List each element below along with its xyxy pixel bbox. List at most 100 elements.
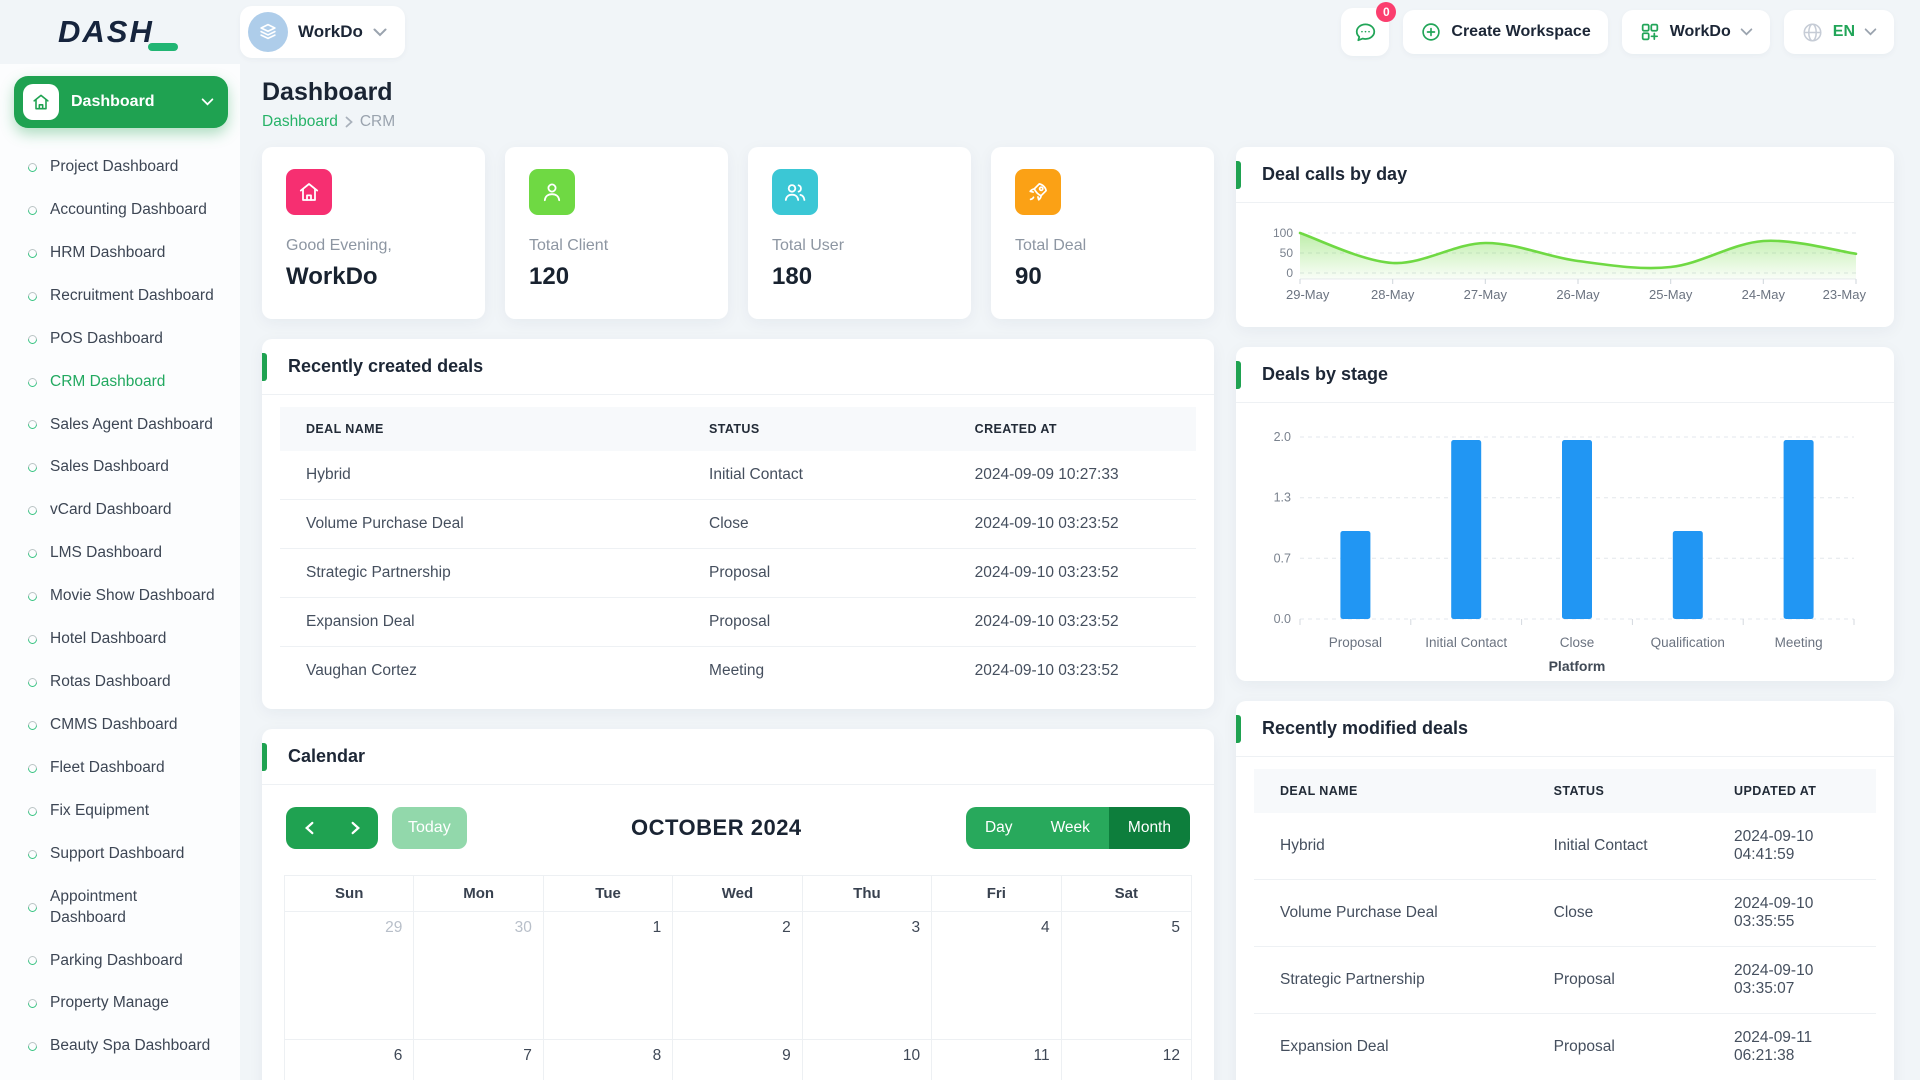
sidebar-item-label: Appointment Dashboard <box>50 887 137 929</box>
calendar-day-cell[interactable]: 3 <box>803 912 932 1040</box>
sidebar-item-rotas-dashboard[interactable]: Rotas Dashboard <box>0 661 240 704</box>
bullet-icon <box>26 590 39 603</box>
messages-button[interactable]: 0 <box>1341 8 1389 56</box>
workspace-menu-button[interactable]: WorkDo <box>1622 10 1770 54</box>
table-row[interactable]: HybridInitial Contact2024-09-10 04:41:59 <box>1254 813 1876 880</box>
svg-text:2.0: 2.0 <box>1274 430 1291 444</box>
calendar-day-cell[interactable]: 11 <box>932 1040 1061 1080</box>
sidebar-item-crm-dashboard[interactable]: CRM Dashboard <box>0 361 240 404</box>
chevron-down-icon <box>1864 28 1877 36</box>
sidebar-item-label: Hotel Dashboard <box>50 629 166 650</box>
sidebar-item-property-manage[interactable]: Property Manage <box>0 982 240 1025</box>
calendar-view-month[interactable]: Month <box>1109 807 1190 849</box>
sidebar-item-fleet-dashboard[interactable]: Fleet Dashboard <box>0 747 240 790</box>
calendar-prev-button[interactable] <box>286 807 332 849</box>
calendar-day-cell[interactable]: 1 <box>544 912 673 1040</box>
calendar-card: Calendar Today <box>262 729 1214 1080</box>
workspace-selector[interactable]: WorkDo <box>240 6 405 58</box>
globe-icon <box>1801 21 1824 44</box>
calendar-day-cell[interactable]: 6 <box>285 1040 414 1080</box>
sidebar-item-pos-dashboard[interactable]: POS Dashboard <box>0 318 240 361</box>
bullet-icon <box>26 547 39 560</box>
sidebar-item-hrm-dashboard[interactable]: HRM Dashboard <box>0 232 240 275</box>
svg-text:0: 0 <box>1286 266 1293 280</box>
workspace-avatar <box>248 12 288 52</box>
sidebar-item-sales-dashboard[interactable]: Sales Dashboard <box>0 446 240 489</box>
sidebar-item-accounting-dashboard[interactable]: Accounting Dashboard <box>0 189 240 232</box>
sidebar-item-project-dashboard[interactable]: Project Dashboard <box>0 146 240 189</box>
table-row[interactable]: Volume Purchase DealClose2024-09-10 03:3… <box>1254 880 1876 947</box>
calendar-day-cell[interactable]: 2 <box>673 912 802 1040</box>
calendar-view-week[interactable]: Week <box>1032 807 1109 849</box>
svg-text:0.7: 0.7 <box>1274 551 1291 565</box>
day-number: 1 <box>653 919 662 937</box>
svg-text:24-May: 24-May <box>1742 287 1786 302</box>
column-header: STATUS <box>683 407 949 451</box>
calendar-day-cell[interactable]: 10Deal task One <box>803 1040 932 1080</box>
day-number: 29 <box>385 919 402 937</box>
calendar-today-button[interactable]: Today <box>392 807 467 849</box>
workspace-menu-label: WorkDo <box>1670 23 1731 41</box>
day-number: 12 <box>1163 1047 1180 1065</box>
table-cell: 2024-09-09 10:27:33 <box>949 451 1196 500</box>
calendar-next-button[interactable] <box>332 807 378 849</box>
calendar-day-cell[interactable]: 5 <box>1062 912 1191 1040</box>
sidebar-item-recruitment-dashboard[interactable]: Recruitment Dashboard <box>0 275 240 318</box>
sidebar-item-fix-equipment[interactable]: Fix Equipment <box>0 790 240 833</box>
table-row[interactable]: Expansion DealProposal2024-09-11 06:21:3… <box>1254 1014 1876 1080</box>
table-cell: Volume Purchase Deal <box>1254 880 1528 947</box>
section-title: Recently created deals <box>288 356 483 377</box>
calendar-day-cell[interactable]: 8 <box>544 1040 673 1080</box>
sidebar-item-appointment-dashboard[interactable]: Appointment Dashboard <box>0 876 240 940</box>
sidebar-item-vcard-dashboard[interactable]: vCard Dashboard <box>0 489 240 532</box>
sidebar-item-movie-show-dashboard[interactable]: Movie Show Dashboard <box>0 575 240 618</box>
table-row[interactable]: Strategic PartnershipProposal2024-09-10 … <box>280 549 1196 598</box>
sidebar-item-label: HRM Dashboard <box>50 243 165 264</box>
sidebar-item-hotel-dashboard[interactable]: Hotel Dashboard <box>0 618 240 661</box>
bullet-icon <box>26 290 39 303</box>
table-row[interactable]: Volume Purchase DealClose2024-09-10 03:2… <box>280 500 1196 549</box>
calendar-day-cell[interactable]: 29 <box>285 912 414 1040</box>
sidebar-item-dashboard[interactable]: Dashboard <box>14 76 228 128</box>
table-row[interactable]: HybridInitial Contact2024-09-09 10:27:33 <box>280 451 1196 500</box>
day-number: 11 <box>1033 1047 1049 1065</box>
table-cell: 2024-09-10 03:23:52 <box>949 500 1196 549</box>
calendar-day-cell[interactable]: 7 <box>414 1040 543 1080</box>
svg-text:Initial Contact: Initial Contact <box>1425 635 1507 650</box>
table-cell: Vaughan Cortez <box>280 647 683 696</box>
plus-circle-icon <box>1420 21 1442 43</box>
stat-label: Good Evening, <box>286 237 461 255</box>
main-content: Dashboard Dashboard CRM Good Evening, Wor… <box>240 64 1920 1080</box>
calendar-day-cell[interactable]: 30 <box>414 912 543 1040</box>
sidebar-item-sales-agent-dashboard[interactable]: Sales Agent Dashboard <box>0 404 240 447</box>
page-head: Dashboard Dashboard CRM <box>262 64 1894 147</box>
create-workspace-button[interactable]: Create Workspace <box>1403 10 1607 54</box>
calendar-day-cell[interactable]: 4 <box>932 912 1061 1040</box>
table-row[interactable]: Vaughan CortezMeeting2024-09-10 03:23:52 <box>280 647 1196 696</box>
day-number: 6 <box>394 1047 403 1065</box>
table-row[interactable]: Expansion DealProposal2024-09-10 03:23:5… <box>280 598 1196 647</box>
calendar-month-title: OCTOBER 2024 <box>467 815 966 841</box>
sidebar-item-parking-dashboard[interactable]: Parking Dashboard <box>0 940 240 983</box>
dash-logo[interactable]: DASH <box>0 14 240 50</box>
sidebar-item-facilities-dashboard[interactable]: Facilities Dashboard <box>0 1068 240 1080</box>
calendar-day-cell[interactable]: 12 <box>1062 1040 1191 1080</box>
svg-text:0.0: 0.0 <box>1274 612 1291 626</box>
sidebar-item-support-dashboard[interactable]: Support Dashboard <box>0 833 240 876</box>
table-row[interactable]: Strategic PartnershipProposal2024-09-10 … <box>1254 947 1876 1014</box>
chevron-right-icon <box>345 116 353 128</box>
stat-value: 90 <box>1015 263 1190 291</box>
recent-created-card: Recently created deals DEAL NAMESTATUSCR… <box>262 339 1214 709</box>
language-button[interactable]: EN <box>1784 10 1894 54</box>
breadcrumb-root-link[interactable]: Dashboard <box>262 113 338 131</box>
sidebar-item-lms-dashboard[interactable]: LMS Dashboard <box>0 532 240 575</box>
stat-value: WorkDo <box>286 263 461 291</box>
sidebar-item-beauty-spa-dashboard[interactable]: Beauty Spa Dashboard <box>0 1025 240 1068</box>
table-cell: Strategic Partnership <box>280 549 683 598</box>
stat-label: Total Client <box>529 237 704 255</box>
deal-calls-card: Deal calls by day 10050029-May28-May27-M… <box>1236 147 1894 327</box>
sidebar-item-cmms-dashboard[interactable]: CMMS Dashboard <box>0 704 240 747</box>
calendar-view-day[interactable]: Day <box>966 807 1032 849</box>
svg-text:Platform: Platform <box>1549 658 1606 673</box>
calendar-day-cell[interactable]: 9 <box>673 1040 802 1080</box>
